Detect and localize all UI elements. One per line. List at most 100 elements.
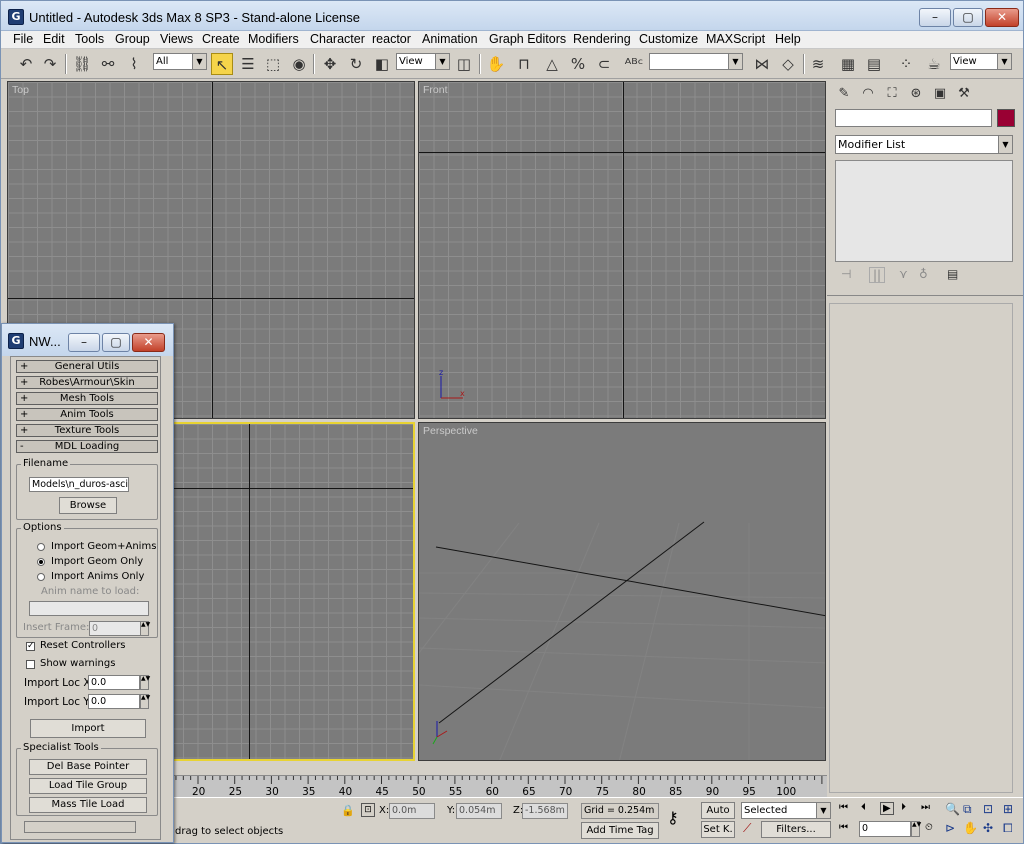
viewport-front[interactable]: Front z x: [418, 81, 826, 419]
rollout-mdl-loading[interactable]: - MDL Loading: [16, 440, 158, 453]
insert-frame-spinner[interactable]: ▲▼: [140, 621, 150, 636]
menu-views[interactable]: Views: [160, 32, 193, 46]
percent-snap-icon[interactable]: %: [567, 53, 589, 75]
use-pivot-point-center-icon[interactable]: ◫: [453, 53, 475, 75]
rollout-anim-tools[interactable]: + Anim Tools: [16, 408, 158, 421]
arc-rotate-icon[interactable]: ✣: [983, 821, 993, 835]
field-of-view-icon[interactable]: ⊳: [945, 821, 955, 835]
reference-coordinate-dropdown[interactable]: View ▼: [396, 53, 450, 70]
menu-maxscript[interactable]: MAXScript: [706, 32, 765, 46]
import-anims-only-radio[interactable]: [37, 573, 45, 581]
load-tile-group-button[interactable]: Load Tile Group: [29, 778, 147, 794]
zoom-all-icon[interactable]: ⧉: [963, 802, 972, 817]
select-and-link-icon[interactable]: ⛓: [71, 53, 93, 75]
hierarchy-tab-icon[interactable]: ⛶: [881, 83, 903, 105]
maximize-viewport-icon[interactable]: ⧠: [1003, 821, 1013, 836]
close-button[interactable]: ✕: [985, 8, 1019, 27]
menu-reactor[interactable]: reactor: [372, 32, 411, 46]
render-scene-icon[interactable]: ☕: [923, 53, 945, 75]
unlink-selection-icon[interactable]: ⚯: [97, 53, 119, 75]
curve-editor-icon[interactable]: ▦: [837, 53, 859, 75]
create-tab-icon[interactable]: ✎: [833, 83, 855, 105]
menu-character[interactable]: Character: [310, 32, 365, 46]
z-coordinate-field[interactable]: -1.568m: [522, 803, 568, 819]
play-icon[interactable]: ▶: [880, 802, 894, 815]
import-loc-x-spinner[interactable]: ▲▼: [140, 675, 150, 690]
menu-modifiers[interactable]: Modifiers: [248, 32, 299, 46]
current-frame-field[interactable]: 0: [859, 821, 911, 837]
remove-modifier-icon[interactable]: ♁: [919, 267, 928, 281]
rollout-robes-armour-skin[interactable]: + Robes\Armour\Skin: [16, 376, 158, 389]
browse-button[interactable]: Browse: [59, 497, 117, 514]
select-by-name-icon[interactable]: ☰: [237, 53, 259, 75]
menu-help[interactable]: Help: [775, 32, 801, 46]
show-end-result-icon[interactable]: ||: [869, 267, 886, 283]
mass-tile-load-button[interactable]: Mass Tile Load: [29, 797, 147, 813]
modifier-list-dropdown[interactable]: Modifier List ▼: [835, 135, 1013, 154]
key-mode-dropdown[interactable]: Selected ▼: [741, 802, 831, 819]
menu-animation[interactable]: Animation: [422, 32, 478, 46]
material-editor-icon[interactable]: ⁘: [895, 53, 917, 75]
utilities-tab-icon[interactable]: ⚒: [953, 83, 975, 105]
rotate-icon[interactable]: ↻: [345, 53, 367, 75]
import-loc-x-field[interactable]: 0.0: [88, 675, 140, 690]
layer-manager-icon[interactable]: ≋: [807, 53, 829, 75]
time-configuration-icon[interactable]: ⏲: [925, 822, 933, 833]
reset-controllers-checkbox[interactable]: ✓: [26, 642, 35, 651]
viewport-perspective[interactable]: Perspective: [418, 422, 826, 761]
menu-edit[interactable]: Edit: [43, 32, 65, 46]
move-icon[interactable]: ✥: [319, 53, 341, 75]
lock-selection-icon[interactable]: 🔒: [341, 804, 355, 817]
show-warnings-checkbox[interactable]: [26, 660, 35, 669]
maximize-button[interactable]: ▢: [953, 8, 983, 27]
redo-icon[interactable]: ↷: [39, 53, 61, 75]
key-filters-button[interactable]: Filters...: [761, 821, 831, 838]
display-tab-icon[interactable]: ▣: [929, 83, 951, 105]
modifier-stack[interactable]: [835, 160, 1013, 262]
configure-modifier-sets-icon[interactable]: ▤: [947, 267, 958, 281]
select-object-icon[interactable]: ↖: [211, 53, 233, 75]
menu-graph-editors[interactable]: Graph Editors: [489, 32, 566, 46]
motion-tab-icon[interactable]: ⊛: [905, 83, 927, 105]
add-time-tag-button[interactable]: Add Time Tag: [581, 822, 659, 839]
import-loc-y-field[interactable]: 0.0: [88, 694, 140, 709]
menu-rendering[interactable]: Rendering: [573, 32, 631, 46]
named-selection-sets-dropdown[interactable]: ▼: [649, 53, 743, 70]
make-unique-icon[interactable]: ⋎: [899, 267, 908, 281]
rollout-texture-tools[interactable]: + Texture Tools: [16, 424, 158, 437]
angle-snap-icon[interactable]: △: [541, 53, 563, 75]
menu-file[interactable]: File: [13, 32, 33, 46]
viewport-front-label[interactable]: Front: [423, 84, 448, 96]
bind-to-space-warp-icon[interactable]: ⌇: [123, 53, 145, 75]
viewport-top-label[interactable]: Top: [12, 84, 29, 96]
import-button[interactable]: Import: [30, 719, 146, 738]
manipulate-icon[interactable]: ✋: [485, 53, 507, 75]
next-frame-icon[interactable]: ⏵: [901, 802, 906, 813]
menu-group[interactable]: Group: [115, 32, 150, 46]
spinner-snap-icon[interactable]: ⊂: [593, 53, 615, 75]
import-loc-y-spinner[interactable]: ▲▼: [140, 694, 150, 709]
scale-icon[interactable]: ◧: [371, 53, 393, 75]
floater-minimize-button[interactable]: –: [68, 333, 100, 352]
absolute-mode-icon[interactable]: ⊡: [361, 803, 375, 817]
filename-field[interactable]: Models\n_duros-ascii.mdl: [29, 477, 129, 492]
align-icon[interactable]: ◇: [777, 53, 799, 75]
zoom-icon[interactable]: 🔍: [945, 802, 960, 816]
window-crossing-icon[interactable]: ◉: [288, 53, 310, 75]
floater-maximize-button[interactable]: ▢: [102, 333, 130, 352]
mirror-icon[interactable]: ⋈: [751, 53, 773, 75]
go-to-end-icon[interactable]: ⏭: [921, 802, 930, 813]
modify-tab-icon[interactable]: ◠: [857, 83, 879, 105]
menu-tools[interactable]: Tools: [75, 32, 104, 46]
go-to-start-icon[interactable]: ⏮: [839, 802, 848, 813]
render-type-dropdown[interactable]: View ▼: [950, 53, 1012, 70]
insert-frame-field[interactable]: 0: [89, 621, 141, 636]
pan-icon[interactable]: ✋: [963, 821, 978, 835]
key-mode-toggle-icon[interactable]: ⏮: [839, 822, 848, 833]
frame-spinner[interactable]: ▲▼: [911, 821, 921, 837]
zoom-extents-all-icon[interactable]: ⊞: [1003, 802, 1013, 816]
y-coordinate-field[interactable]: 0.054m: [456, 803, 502, 819]
zoom-extents-icon[interactable]: ⊡: [983, 802, 993, 816]
object-name-field[interactable]: [835, 109, 992, 127]
rollout-mesh-tools[interactable]: + Mesh Tools: [16, 392, 158, 405]
